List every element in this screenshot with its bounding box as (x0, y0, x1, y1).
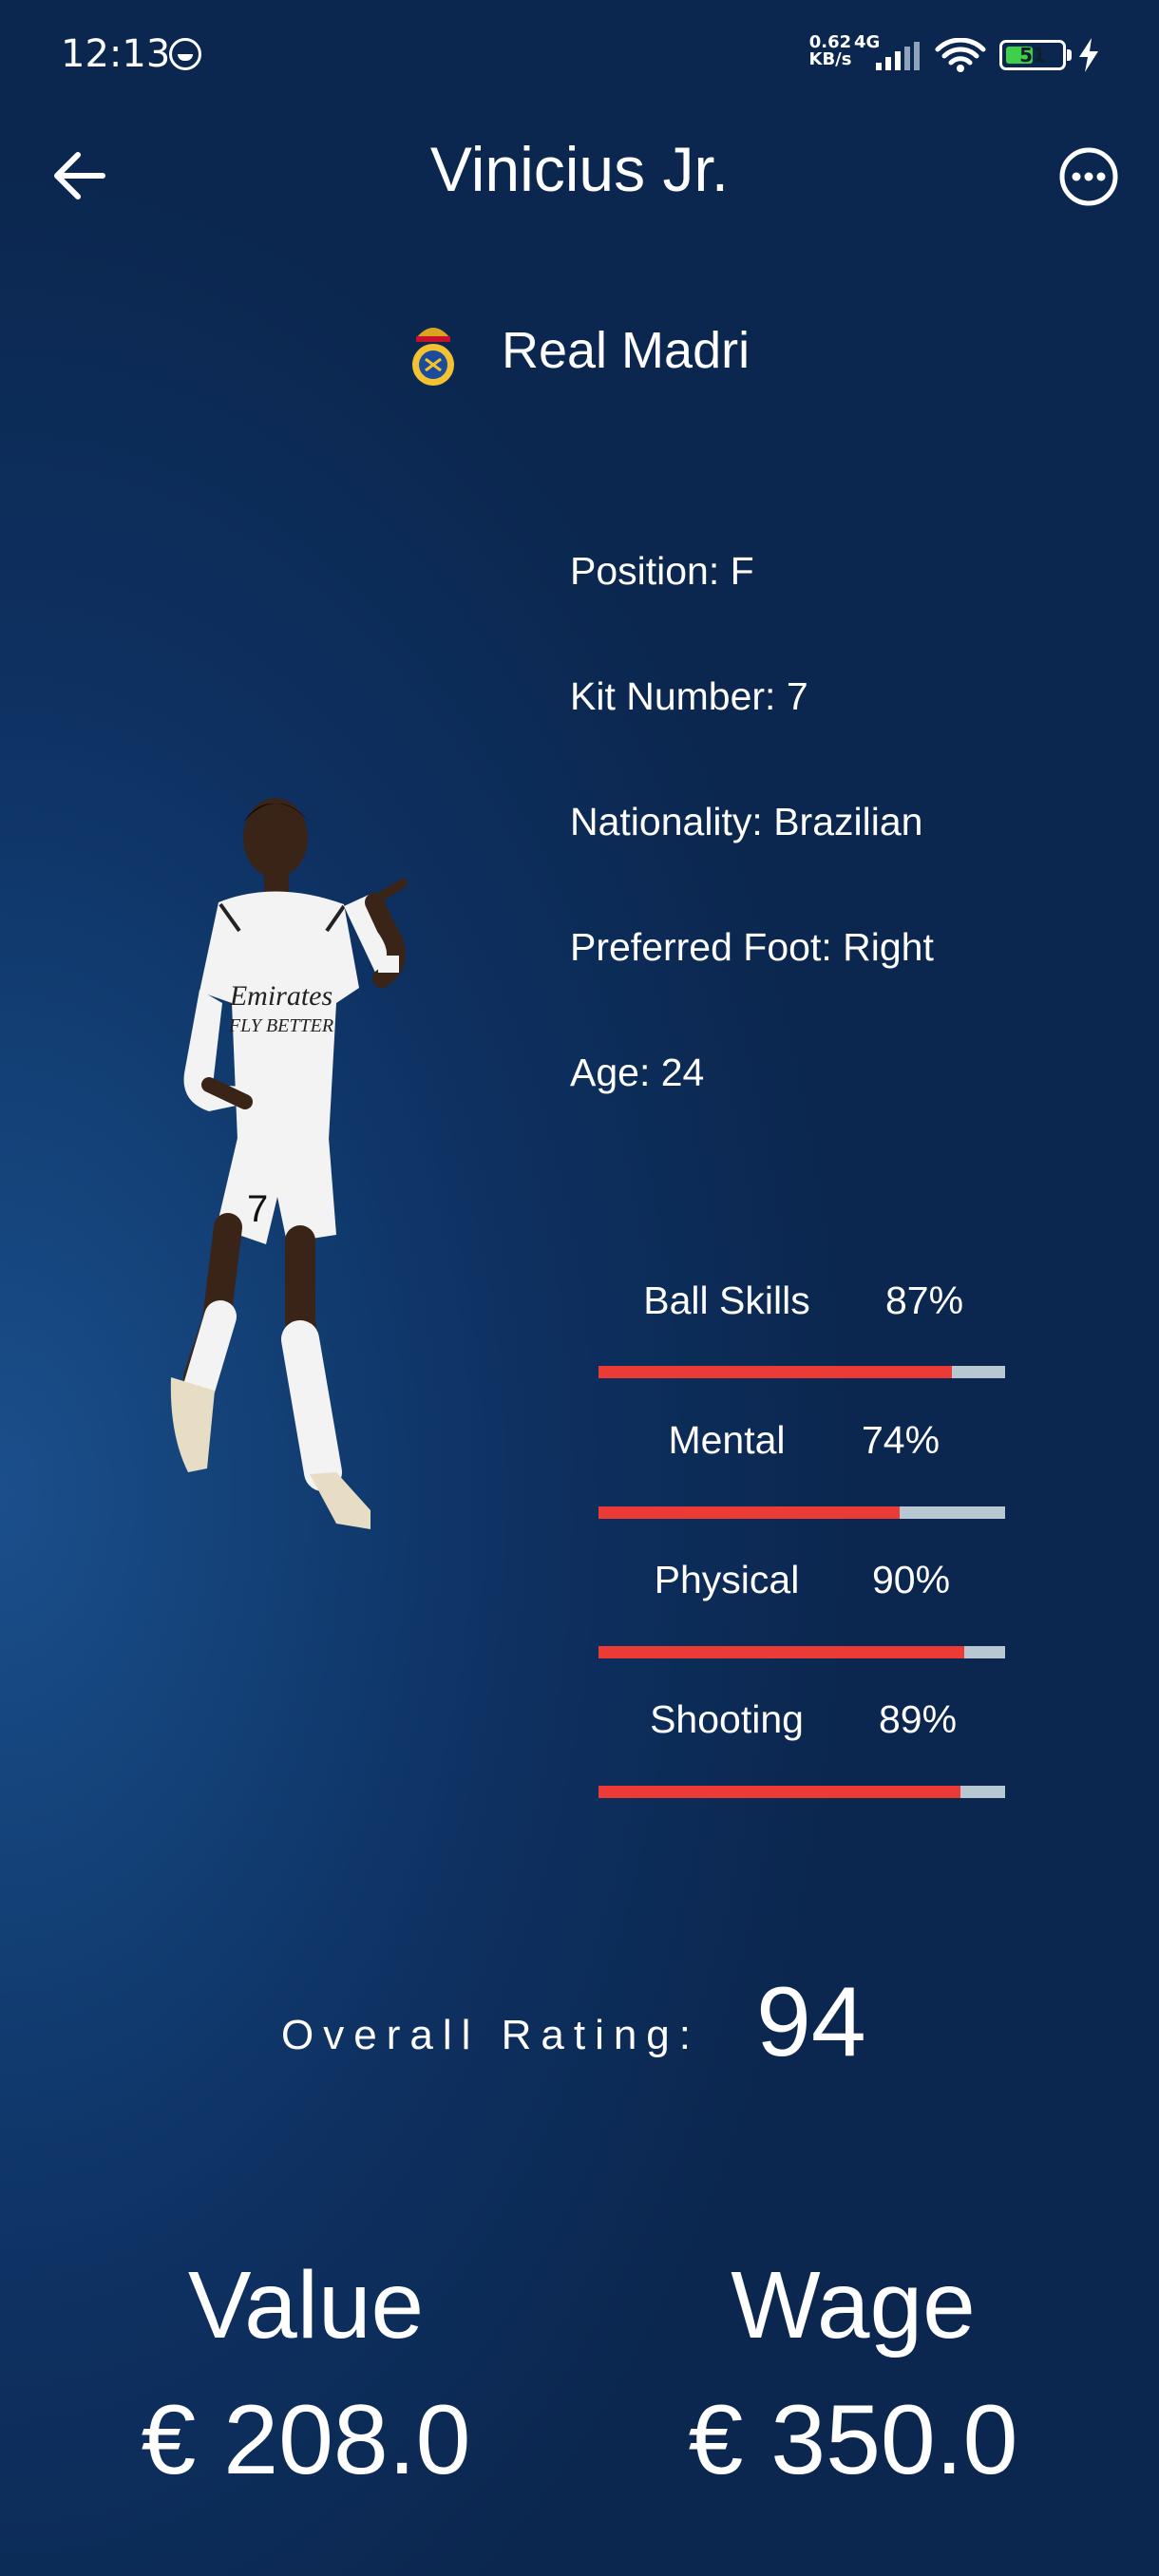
wage-amount: € 350.0 (688, 2385, 1018, 2495)
more-options-button[interactable] (1058, 146, 1119, 207)
stat-bar-shooting (598, 1786, 1005, 1798)
overall-rating-label: Overall Rating: (281, 2012, 701, 2058)
stat-percent-physical: 90% (872, 1558, 951, 1601)
stat-label-ball-skills: Ball Skills (643, 1279, 810, 1322)
stat-bar-mental (598, 1506, 1005, 1519)
status-time: 12:13 (61, 32, 171, 76)
stat-label-physical: Physical (654, 1558, 800, 1601)
wifi-icon (935, 38, 986, 72)
stat-bar-physical (598, 1646, 1005, 1658)
signal-icon (876, 42, 920, 70)
stat-bar-fill (598, 1646, 965, 1658)
battery-icon: 51 (999, 40, 1066, 70)
stat-percent-ball-skills: 87% (885, 1279, 964, 1322)
stat-bar-fill (598, 1366, 953, 1378)
club-name: Real Madri (502, 322, 750, 379)
charging-icon (1079, 38, 1098, 72)
more-horizontal-icon (1059, 147, 1118, 206)
stat-bar-fill (598, 1786, 960, 1798)
player-image: Emirates FLY BETTER 7 (170, 798, 408, 1529)
info-nationality: Nationality: Brazilian (570, 800, 923, 843)
value-amount: € 208.0 (141, 2385, 471, 2495)
value-title: Value (187, 2252, 425, 2358)
wage-title: Wage (731, 2252, 976, 2358)
stat-percent-shooting: 89% (879, 1697, 958, 1741)
info-age: Age: 24 (570, 1051, 705, 1094)
overall-rating-value: 94 (756, 1967, 866, 2077)
face-icon (169, 38, 201, 70)
stat-label-mental: Mental (668, 1418, 786, 1462)
info-preferred-foot: Preferred Foot: Right (570, 925, 934, 969)
svg-text:FLY BETTER: FLY BETTER (228, 1015, 333, 1036)
page-title: Vinicius Jr. (429, 134, 730, 204)
network-speed-unit: KB/s (808, 49, 852, 69)
info-position: Position: F (570, 549, 754, 593)
club-crest-icon (412, 328, 454, 386)
network-speed: 0.62 KB/s (808, 34, 853, 68)
stat-bar-fill (598, 1506, 900, 1519)
stat-bar-ball-skills (598, 1366, 1005, 1378)
stat-label-shooting: Shooting (650, 1697, 804, 1741)
battery-nub (1067, 49, 1072, 61)
stat-percent-mental: 74% (862, 1418, 940, 1462)
svg-text:Emirates: Emirates (229, 980, 332, 1012)
battery-level: 51 (1019, 44, 1046, 66)
info-kit-number: Kit Number: 7 (570, 674, 808, 718)
svg-text:7: 7 (247, 1188, 268, 1230)
